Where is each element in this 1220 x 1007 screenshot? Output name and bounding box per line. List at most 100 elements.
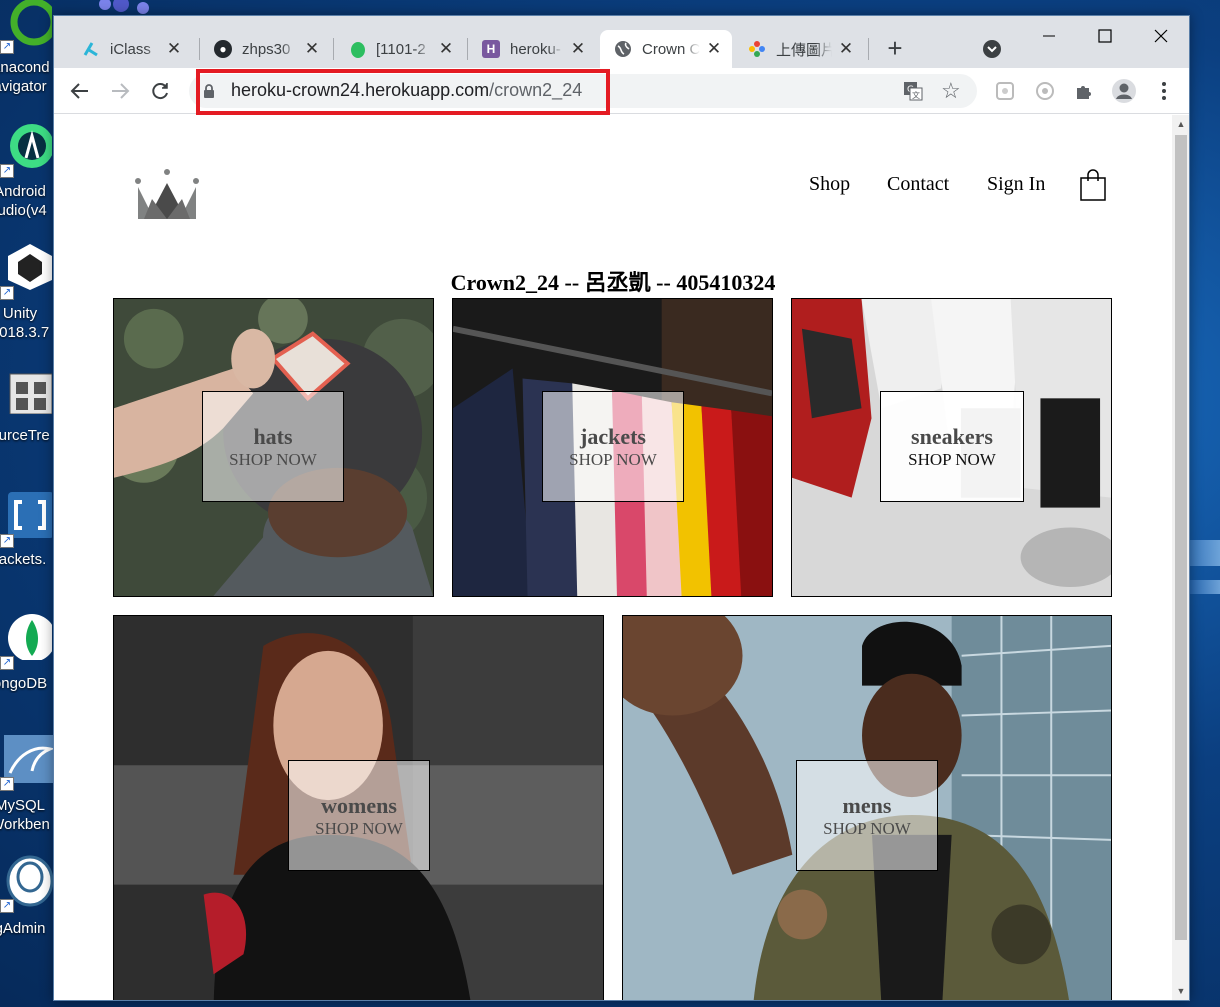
close-icon[interactable]: ✕ (438, 40, 454, 57)
category-jackets-shop-now: SHOP NOW (569, 450, 657, 469)
teams-icon[interactable] (95, 0, 151, 14)
close-icon[interactable]: ✕ (706, 40, 722, 57)
window-close-icon[interactable] (1138, 24, 1184, 48)
desktop-icon-anaconda[interactable]: ↗ Anacond avigator (0, 0, 60, 110)
iclass-icon (82, 40, 100, 58)
desktop-icon-brackets[interactable]: ↗ rackets. (0, 490, 60, 600)
category-hats-shop-now: SHOP NOW (229, 450, 317, 469)
desktop-icon-label: rackets. (0, 551, 47, 568)
tab-iclass[interactable]: iClass ✕ (68, 30, 192, 68)
category-tile-womens[interactable]: womens SHOP NOW (113, 615, 604, 1000)
minimize-icon[interactable] (1026, 24, 1072, 48)
mongodb-icon (4, 612, 56, 662)
desktop-icon-label: 2018.3.7 (0, 324, 50, 341)
android-studio-icon (4, 122, 54, 170)
category-tile-mens[interactable]: mens SHOP NOW (622, 615, 1112, 1000)
desktop-icon-label: Anacond (0, 59, 50, 76)
page-viewport: Shop Contact Sign In Crown2_24 -- 呂丞凱 --… (54, 115, 1172, 1000)
desktop-icon-label: MySQL (0, 797, 45, 814)
tab-title: zhps30 (242, 40, 291, 58)
reload-button[interactable] (146, 77, 174, 105)
shortcut-arrow-icon: ↗ (0, 656, 14, 670)
github-icon: ● (214, 40, 232, 58)
category-sneakers-shop-now: SHOP NOW (908, 450, 996, 469)
desktop-icon-sourcetree[interactable]: ourceTre (0, 366, 60, 476)
desktop-icon-unity[interactable]: ↗ Unity 2018.3.7 (0, 242, 60, 352)
shortcut-arrow-icon: ↗ (0, 40, 14, 54)
desktop-icon-pgadmin[interactable]: ↗ gAdmin (0, 855, 60, 965)
desktop-icon-android-studio[interactable]: ↗ Android tudio(v4 (0, 122, 60, 232)
arrow-left-icon (70, 83, 88, 99)
desktop-icon-mongodb[interactable]: ↗ ongoDB (0, 612, 60, 722)
desktop-icon-label: ongoDB (0, 675, 48, 692)
category-tile-sneakers[interactable]: sneakers SHOP NOW (791, 298, 1112, 597)
tab-evernote[interactable]: [1101-2 ✕ (334, 30, 464, 68)
back-button[interactable] (66, 77, 94, 105)
category-mens-shop-now: SHOP NOW (823, 819, 911, 838)
close-icon[interactable]: ✕ (838, 40, 854, 57)
tab-title: iClass (110, 40, 151, 58)
tab-title: 上傳圖片 (776, 41, 832, 59)
nav-shop-link[interactable]: Shop (809, 173, 850, 196)
shortcut-arrow-icon: ↗ (0, 286, 14, 300)
menu-kebab-icon[interactable] (1150, 77, 1178, 105)
desktop-icon-label: Unity (2, 305, 38, 322)
forward-button[interactable] (106, 77, 134, 105)
shopping-bag-icon[interactable] (1079, 169, 1107, 201)
page-scrollbar[interactable]: ▲ ▼ (1172, 115, 1189, 1000)
desktop-icon-label: Workben (0, 816, 50, 833)
crown-logo-icon[interactable] (134, 169, 200, 221)
extension-icon-2[interactable] (1031, 77, 1059, 105)
tab-heroku[interactable]: H heroku- ✕ (468, 30, 596, 68)
category-tile-jackets[interactable]: jackets SHOP NOW (452, 298, 773, 597)
category-jackets-button[interactable]: jackets SHOP NOW (542, 391, 684, 502)
desktop-icon-mysql-workbench[interactable]: ↗ MySQL Workben (0, 735, 60, 845)
nav-contact-link[interactable]: Contact (887, 173, 949, 196)
browser-window: iClass ✕ ● zhps30 ✕ [1101-2 ✕ H heroku- … (53, 15, 1190, 1001)
tab-google-photos[interactable]: 上傳圖片 ✕ (734, 30, 864, 68)
desktop-icon-label: Android (0, 183, 46, 200)
unity-icon (4, 242, 52, 290)
arrow-right-icon (112, 83, 130, 99)
profile-avatar-icon[interactable] (1110, 77, 1138, 105)
bookmark-star-icon[interactable]: ☆ (941, 80, 963, 102)
close-icon[interactable]: ✕ (304, 40, 320, 57)
scroll-up-icon[interactable]: ▲ (1176, 119, 1186, 129)
tab-search-dropdown-icon[interactable] (982, 39, 1002, 59)
wallpaper-light-beam (1190, 580, 1220, 594)
tab-strip: iClass ✕ ● zhps30 ✕ [1101-2 ✕ H heroku- … (54, 16, 1189, 68)
page-title: Crown2_24 -- 呂丞凱 -- 405410324 (450, 270, 776, 295)
mysql-workbench-icon (4, 735, 56, 783)
category-womens-title: womens (321, 793, 397, 818)
brackets-icon (4, 490, 54, 538)
extensions-puzzle-icon[interactable] (1070, 77, 1098, 105)
category-sneakers-button[interactable]: sneakers SHOP NOW (880, 391, 1024, 502)
category-mens-button[interactable]: mens SHOP NOW (796, 760, 938, 871)
shortcut-arrow-icon: ↗ (0, 534, 14, 548)
reload-icon (152, 83, 168, 100)
translate-icon[interactable]: G文 (903, 81, 923, 101)
tab-title: [1101-2 (376, 40, 426, 58)
new-tab-button[interactable]: + (882, 35, 908, 62)
globe-icon (614, 40, 632, 58)
google-photos-icon (748, 40, 766, 58)
pgadmin-icon (4, 855, 54, 907)
desktop-icon-label: ourceTre (0, 427, 50, 444)
category-hats-button[interactable]: hats SHOP NOW (202, 391, 344, 502)
scrollbar-thumb[interactable] (1175, 135, 1187, 940)
close-icon[interactable]: ✕ (570, 40, 586, 57)
category-womens-button[interactable]: womens SHOP NOW (288, 760, 430, 871)
scroll-down-icon[interactable]: ▼ (1176, 986, 1186, 996)
category-hats-title: hats (253, 424, 293, 449)
nav-signin-link[interactable]: Sign In (987, 173, 1045, 196)
close-icon[interactable]: ✕ (166, 40, 182, 57)
maximize-icon[interactable] (1082, 24, 1128, 48)
svg-text:文: 文 (912, 90, 920, 100)
desktop-icon-label: gAdmin (0, 920, 46, 937)
tab-github[interactable]: ● zhps30 ✕ (200, 30, 330, 68)
extension-icon-1[interactable] (991, 77, 1019, 105)
category-tile-hats[interactable]: hats SHOP NOW (113, 298, 434, 597)
tab-title: Crown C (642, 40, 700, 58)
desktop-icon-label: tudio(v4 (0, 202, 47, 219)
tab-crown-active[interactable]: Crown C ✕ (600, 30, 732, 68)
